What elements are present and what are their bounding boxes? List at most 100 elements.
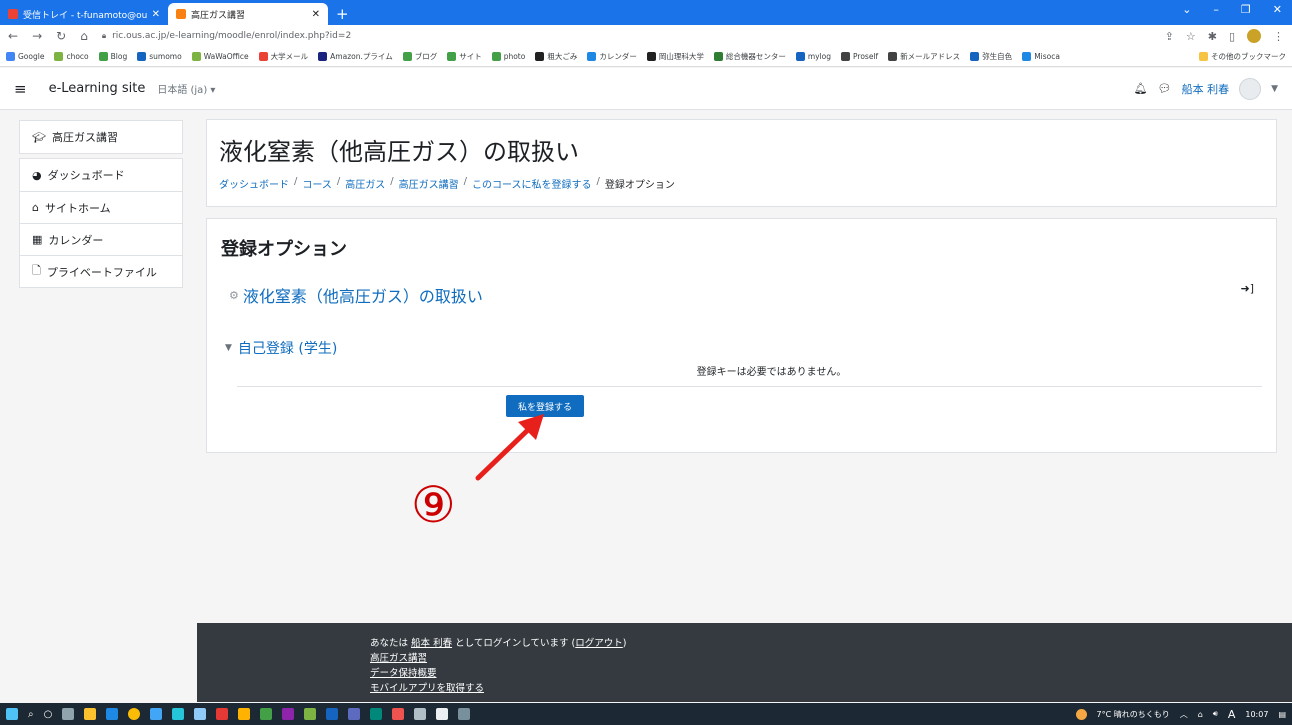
bookmark-item[interactable]: 総合機器センター [713,51,786,62]
bookmark-item[interactable]: 弥生自色 [970,51,1012,62]
site-name[interactable]: e-Learning site [49,81,146,96]
app-icon[interactable] [370,708,383,720]
app-icon[interactable] [458,708,471,720]
bookmark-item[interactable]: mylog [795,52,831,61]
logout-link[interactable]: ログアウト [575,638,623,649]
footer-course-link[interactable]: 高圧ガス講習 [370,653,427,664]
notification-center-icon[interactable]: ▤ [1278,710,1286,719]
app-icon[interactable] [392,708,405,720]
app-icon[interactable] [414,708,427,720]
chrome-icon[interactable] [128,708,141,720]
app-icon[interactable] [194,708,207,720]
course-link[interactable]: ⚙ 液化窒素（他高圧ガス）の取扱い [229,283,483,307]
app-icon[interactable] [436,708,449,720]
back-icon[interactable]: ← [8,29,18,43]
bookmark-star-icon[interactable]: ☆ [1186,30,1196,43]
profile-avatar[interactable] [1247,29,1261,43]
bookmark-item[interactable]: 新メールアドレス [888,51,960,62]
cortana-icon[interactable]: ○ [44,709,53,720]
breadcrumb-course[interactable]: 高圧ガス講習 [399,176,459,191]
bookmark-favicon-icon [795,52,805,61]
close-tab-icon[interactable]: ✕ [152,9,160,20]
app-icon[interactable] [216,708,229,720]
tab-search-icon[interactable]: ⌄ [1182,3,1191,16]
sidebar-item-site-home[interactable]: ⌂ サイトホーム [20,191,182,223]
app-icon[interactable] [282,708,295,720]
data-retention-link[interactable]: データ保持概要 [370,668,437,679]
self-enrol-section-toggle[interactable]: ▼ 自己登録 (学生) [225,338,337,358]
app-icon[interactable] [304,708,317,720]
weather-text[interactable]: 7°C 晴れのちくもり [1097,709,1170,720]
sidepanel-icon[interactable]: ▯ [1229,30,1235,43]
lock-icon[interactable]: 🔒︎ [102,31,106,41]
bookmark-item[interactable]: サイト [447,51,482,62]
extensions-icon[interactable]: ✱ [1208,30,1217,43]
url-field[interactable]: 🔒︎ ric.ous.ac.jp/e-learning/moodle/enrol… [102,31,1151,41]
sidebar-item-dashboard[interactable]: ◕ ダッシュボード [20,159,182,191]
browser-tab-moodle[interactable]: 高圧ガス講習 ✕ [168,3,328,25]
bookmark-item[interactable]: Proself [841,52,878,61]
menu-icon[interactable]: ⋮ [1273,30,1284,43]
ime-indicator[interactable]: A [1228,708,1236,721]
app-icon[interactable] [326,708,339,720]
bookmark-favicon-icon [6,52,15,61]
bookmark-item[interactable]: ブログ [402,51,437,62]
chevron-down-icon[interactable]: ▼ [1271,84,1278,94]
language-menu[interactable]: 日本語 (ja) ▾ [157,81,215,96]
file-explorer-icon[interactable] [84,708,97,720]
restore-icon[interactable]: ❐ [1241,3,1251,16]
forward-icon[interactable]: → [32,29,42,43]
bookmark-item[interactable]: 岡山理科大学 [646,51,704,62]
sidebar-item-calendar[interactable]: ▦ カレンダー [20,223,182,255]
windows-start-icon[interactable] [6,708,18,720]
messages-icon[interactable]: 💬︎ [1158,82,1172,95]
clock[interactable]: 10:07 [1245,710,1268,719]
search-icon[interactable]: ⌕ [28,709,34,720]
chevron-up-icon[interactable]: ︿ [1180,709,1188,720]
avatar[interactable] [1239,77,1262,100]
bookmark-favicon-icon [258,52,268,61]
reload-icon[interactable]: ↻ [56,29,66,43]
excel-icon[interactable] [260,708,273,720]
bookmark-item[interactable]: Google [6,52,44,61]
breadcrumb-courses[interactable]: コース [302,176,332,191]
bookmark-item[interactable]: 大学メール [258,51,308,62]
sidebar-item-private-files[interactable]: 🗋︎ プライベートファイル [20,255,182,287]
close-window-icon[interactable]: ✕ [1273,3,1282,16]
breadcrumb-dashboard[interactable]: ダッシュボード [219,176,289,191]
hamburger-menu-icon[interactable]: ≡ [14,80,27,98]
network-icon[interactable]: ⌂ [1198,710,1203,719]
browser-tab-mail[interactable]: 受信トレイ - t-funamoto@ous.ac.j ✕ [0,3,168,25]
minimize-icon[interactable]: – [1213,3,1219,16]
app-icon[interactable] [348,708,361,720]
sidebar-item-label: サイトホーム [44,201,111,215]
sidebar-item-course[interactable]: 🎓︎ 高圧ガス講習 [20,121,182,153]
ie-icon[interactable] [150,708,163,720]
bookmark-item[interactable]: photo [491,52,525,61]
bookmark-item[interactable]: Amazon.プライム [318,51,393,62]
other-bookmarks[interactable]: その他のブックマーク [1199,51,1286,62]
share-icon[interactable]: ⇪ [1165,30,1174,43]
volume-icon[interactable]: 🔊︎ [1213,709,1218,719]
task-view-icon[interactable] [62,708,75,720]
breadcrumb-enrol-me[interactable]: このコースに私を登録する [472,176,592,191]
bookmark-item[interactable]: Misoca [1022,52,1060,61]
mobile-app-link[interactable]: モバイルアプリを取得する [370,683,484,694]
breadcrumb-category[interactable]: 高圧ガス [345,176,385,191]
home-icon[interactable]: ⌂ [80,29,88,43]
new-tab-button[interactable]: + [336,3,349,25]
app-icon[interactable] [238,708,251,720]
self-enrol-heading: 自己登録 (学生) [237,341,338,357]
edge-icon[interactable] [106,708,119,720]
bookmark-item[interactable]: sumomo [137,52,182,61]
close-tab-icon[interactable]: ✕ [312,9,320,20]
bookmark-item[interactable]: choco [54,52,89,61]
user-name[interactable]: 船本 利春 [1182,81,1230,97]
footer-user-link[interactable]: 船本 利春 [411,638,452,649]
bookmark-item[interactable]: WaWaOffice [191,52,249,61]
bookmark-item[interactable]: 粗大ごみ [535,51,577,62]
bookmark-item[interactable]: カレンダー [587,51,637,62]
notification-bell-icon[interactable]: 🔔︎ [1134,82,1148,95]
bookmark-item[interactable]: Blog [98,52,127,61]
app-icon[interactable] [172,708,185,720]
